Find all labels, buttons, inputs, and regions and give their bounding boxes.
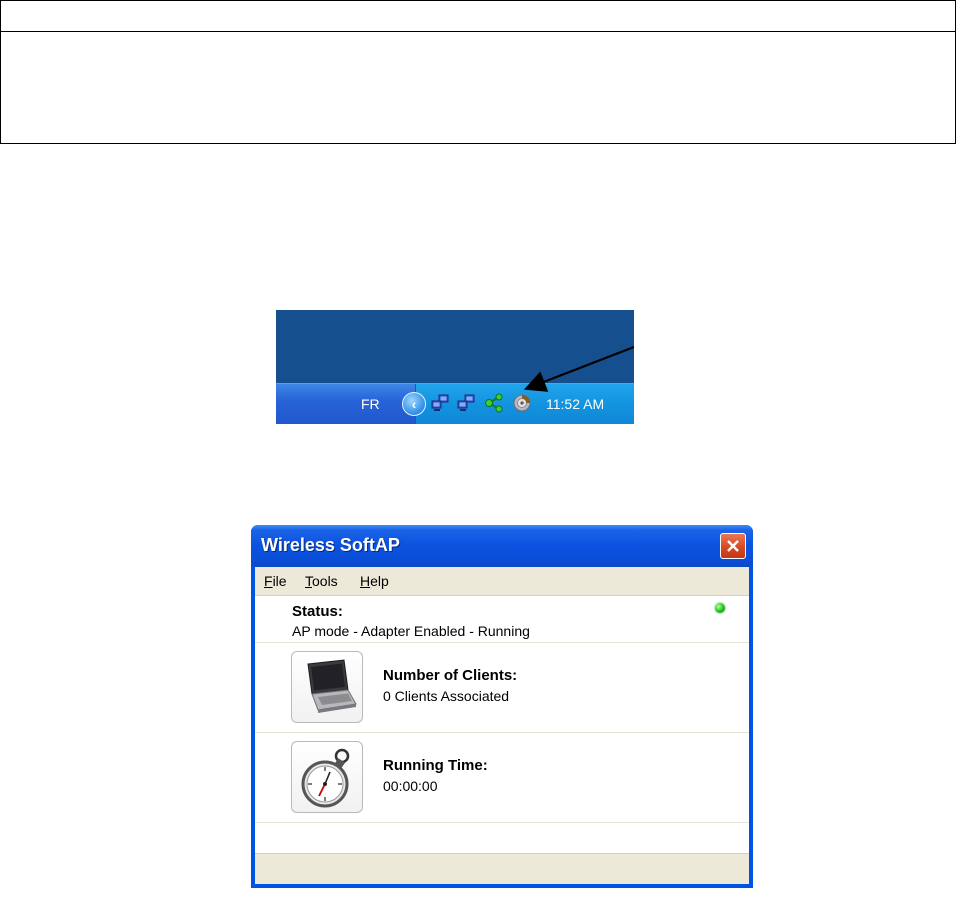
document-table — [0, 0, 956, 144]
close-icon — [727, 540, 739, 552]
wireless-softap-window: Wireless SoftAP File Tools Help Status: … — [251, 525, 753, 888]
taskbar-screenshot: FR ‹ 11:52 AM — [276, 310, 634, 424]
running-time-section: Running Time: 00:00:00 — [255, 733, 749, 823]
menu-file[interactable]: File — [264, 573, 287, 589]
menu-tools[interactable]: Tools — [305, 573, 338, 589]
laptop-icon — [291, 651, 363, 723]
info-panel: Status: AP mode - Adapter Enabled - Runn… — [255, 595, 749, 854]
callout-arrow — [523, 345, 634, 392]
clients-label: Number of Clients: — [383, 667, 518, 684]
clients-value: 0 Clients Associated — [383, 688, 510, 704]
status-label: Status: — [292, 603, 343, 620]
window-client-area: File Tools Help Status: AP mode - Adapte… — [255, 567, 749, 884]
menu-help[interactable]: Help — [360, 573, 389, 589]
close-button[interactable] — [720, 533, 746, 559]
status-indicator-icon — [715, 603, 725, 613]
status-bar — [255, 853, 749, 884]
status-section: Status: AP mode - Adapter Enabled - Runn… — [255, 596, 749, 643]
window-titlebar[interactable]: Wireless SoftAP — [251, 525, 753, 567]
running-time-label: Running Time: — [383, 757, 488, 774]
window-title: Wireless SoftAP — [261, 535, 400, 555]
clients-section: Number of Clients: 0 Clients Associated — [255, 643, 749, 733]
status-value: AP mode - Adapter Enabled - Running — [292, 623, 530, 639]
stopwatch-icon — [291, 741, 363, 813]
running-time-value: 00:00:00 — [383, 778, 438, 794]
menu-bar: File Tools Help — [255, 567, 749, 595]
document-table-header-row — [1, 1, 955, 32]
